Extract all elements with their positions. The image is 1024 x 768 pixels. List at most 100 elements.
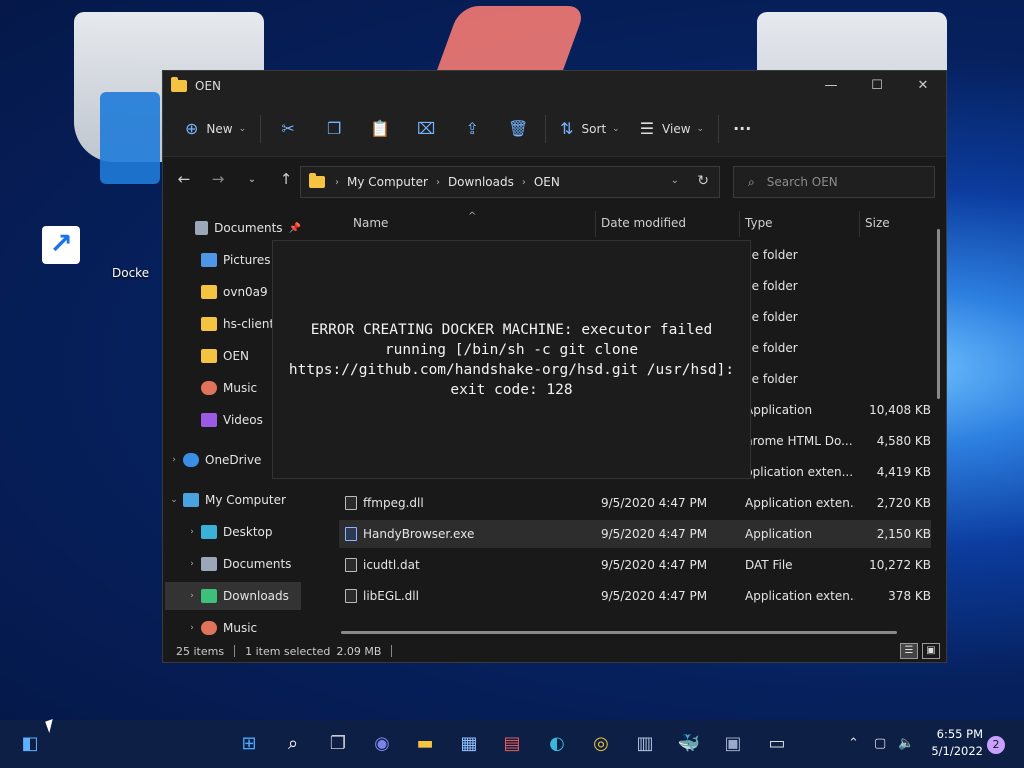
search-icon[interactable]: ⌕: [279, 730, 307, 758]
start-icon[interactable]: ⊞: [235, 730, 263, 758]
sort-icon: ⇅: [560, 119, 574, 138]
sidebar-item-label: Pictures: [223, 253, 271, 267]
chevron-right-icon: ›: [435, 176, 440, 188]
divider: [859, 211, 860, 237]
divider: [718, 114, 720, 143]
recent-dropdown-icon[interactable]: ⌄: [235, 174, 269, 185]
selection-size: 2.09 MB: [336, 644, 382, 658]
more-options-button[interactable]: ···: [723, 112, 761, 146]
breadcrumb-downloads[interactable]: Downloads: [448, 175, 514, 189]
vertical-scrollbar[interactable]: [937, 229, 940, 399]
sidebar-item-desktop[interactable]: › Desktop: [165, 518, 301, 546]
sidebar-item-documents[interactable]: Documents 📌: [165, 214, 301, 242]
minimize-button[interactable]: —: [808, 71, 854, 101]
network-icon[interactable]: ▢: [874, 736, 886, 751]
shortcut-arrow-icon[interactable]: ↗: [42, 226, 80, 264]
refresh-icon[interactable]: ↻: [697, 173, 709, 189]
maximize-button[interactable]: ☐: [854, 71, 900, 101]
file-type: ile folder: [745, 341, 798, 355]
file-size: 4,580 KB: [876, 434, 931, 448]
chevron-down-icon: ⌄: [612, 123, 620, 134]
file-type: ile folder: [745, 279, 798, 293]
chevron-up-icon[interactable]: ⌃: [848, 736, 859, 751]
sidebar-item-downloads[interactable]: › Downloads: [165, 582, 301, 610]
sidebar-item-label: Documents: [214, 221, 283, 235]
file-date: 9/5/2020 4:47 PM: [601, 527, 708, 541]
plus-icon: ⊕: [185, 119, 199, 138]
chevron-right-icon[interactable]: ›: [183, 591, 201, 601]
close-button[interactable]: ✕: [900, 71, 946, 101]
view-button[interactable]: ☰ View ⌄: [630, 112, 714, 146]
table-row[interactable]: ffmpeg.dll 9/5/2020 4:47 PM Application …: [339, 489, 931, 517]
volume-icon[interactable]: 🔈: [898, 736, 914, 751]
sidebar-item-label: OneDrive: [205, 453, 262, 467]
taskbar: ◧ ⊞ ⌕ ❐ ◉ ▬ ▦ ▤ ◐ ◎ ▥ 🐳 ▣ ▭ ⌃ ▢ 🔈 6:55 P…: [0, 720, 1024, 768]
breadcrumb-oen[interactable]: OEN: [534, 175, 560, 189]
file-size: 2,720 KB: [876, 496, 931, 510]
sidebar-item-music-2[interactable]: › Music: [165, 614, 301, 642]
divider: [739, 211, 740, 237]
sidebar-item-label: Music: [223, 621, 258, 635]
tiles-view-icon[interactable]: ▣: [922, 643, 940, 659]
share-icon[interactable]: ⇪: [449, 112, 495, 146]
edge-icon[interactable]: ◐: [543, 730, 571, 758]
rename-icon[interactable]: ⌧: [403, 112, 449, 146]
error-message: ERROR CREATING DOCKER MACHINE: executor …: [288, 321, 735, 398]
column-header-size[interactable]: Size: [865, 211, 890, 241]
table-row[interactable]: libEGL.dll 9/5/2020 4:47 PM Application …: [339, 582, 931, 610]
terminal-icon[interactable]: ▭: [763, 730, 791, 758]
search-input[interactable]: ⌕ Search OEN: [733, 166, 935, 198]
horizontal-scrollbar[interactable]: [341, 631, 897, 634]
back-arrow-icon[interactable]: ←: [167, 170, 201, 188]
forward-arrow-icon[interactable]: →: [201, 170, 235, 188]
details-view-icon[interactable]: ☰: [900, 643, 918, 659]
delete-icon[interactable]: 🗑: [495, 112, 541, 146]
column-header-date[interactable]: Date modified: [601, 211, 686, 241]
clock[interactable]: 6:55 PM 5/1/2022: [925, 726, 983, 760]
table-row-selected[interactable]: HandyBrowser.exe 9/5/2020 4:47 PM Applic…: [339, 520, 931, 548]
widgets-icon[interactable]: ◧: [16, 730, 44, 758]
file-type: ile folder: [745, 372, 798, 386]
new-button[interactable]: ⊕ New ⌄: [175, 112, 256, 146]
store-icon[interactable]: ▦: [455, 730, 483, 758]
column-header-type[interactable]: Type: [745, 211, 773, 241]
docker-icon[interactable]: 🐳: [675, 730, 703, 758]
sidebar-item-documents-2[interactable]: › Documents: [165, 550, 301, 578]
sidebar-item-label: My Computer: [205, 493, 286, 507]
desktop-icon: [201, 525, 217, 539]
app-window-icon[interactable]: ▥: [631, 730, 659, 758]
address-bar[interactable]: › My Computer › Downloads › OEN ⌄ ↻: [300, 166, 720, 198]
paste-icon[interactable]: 📋: [357, 112, 403, 146]
table-row[interactable]: icudtl.dat 9/5/2020 4:47 PM DAT File 10,…: [339, 551, 931, 579]
folder-icon: [171, 77, 187, 92]
breadcrumb-my-computer[interactable]: My Computer: [347, 175, 428, 189]
file-icon: [345, 558, 357, 572]
chrome-icon[interactable]: ◎: [587, 730, 615, 758]
music-icon: [201, 621, 217, 635]
chevron-down-icon[interactable]: ⌄: [671, 175, 679, 186]
chevron-right-icon[interactable]: ›: [183, 527, 201, 537]
chevron-right-icon[interactable]: ›: [183, 559, 201, 569]
remote-desktop-icon[interactable]: ▣: [719, 730, 747, 758]
cut-icon[interactable]: ✂: [265, 112, 311, 146]
sidebar-item-label: Documents: [223, 557, 292, 571]
chevron-right-icon[interactable]: ›: [165, 455, 183, 465]
sidebar-item-my-computer[interactable]: ⌄ My Computer: [165, 486, 301, 514]
dll-file-icon: [345, 496, 357, 510]
news-app-icon[interactable]: ▤: [498, 730, 526, 758]
chevron-right-icon[interactable]: ›: [183, 623, 201, 633]
column-header-name[interactable]: Name: [353, 211, 388, 241]
chat-icon[interactable]: ◉: [368, 730, 396, 758]
chevron-down-icon[interactable]: ⌄: [165, 495, 183, 505]
copy-icon[interactable]: ❐: [311, 112, 357, 146]
documents-icon: [194, 221, 209, 235]
sort-button[interactable]: ⇅ Sort ⌄: [550, 112, 630, 146]
view-icon: ☰: [639, 119, 655, 138]
file-type: ile folder: [745, 248, 798, 262]
up-arrow-icon[interactable]: ↑: [269, 170, 303, 188]
task-view-icon[interactable]: ❐: [324, 730, 352, 758]
notification-badge[interactable]: 2: [987, 736, 1005, 754]
sort-label: Sort: [581, 121, 607, 136]
file-date: 9/5/2020 4:47 PM: [601, 496, 708, 510]
file-explorer-icon[interactable]: ▬: [411, 730, 439, 758]
